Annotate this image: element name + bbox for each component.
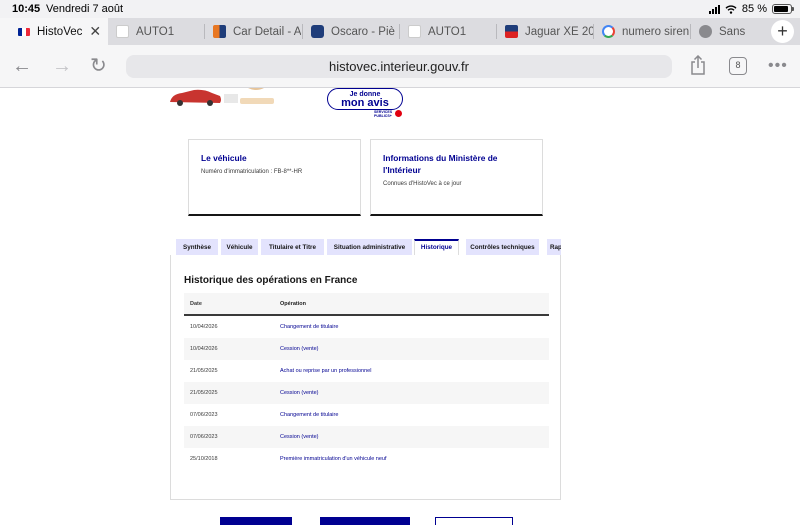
feedback-label-line2: mon avis xyxy=(341,97,389,109)
tab-synthese[interactable]: Synthèse xyxy=(176,239,218,256)
outline-action-button[interactable] xyxy=(435,517,513,525)
signal-icon xyxy=(708,4,720,14)
tab-historique[interactable]: Historique xyxy=(414,239,459,256)
reload-icon[interactable]: ↻ xyxy=(90,53,107,78)
battery-icon xyxy=(772,4,794,14)
browser-tab-title: AUTO1 xyxy=(136,25,175,38)
tab-situation-administrative[interactable]: Situation administrative xyxy=(327,239,412,256)
table-header: Date Opération xyxy=(184,293,549,316)
auto1-favicon-icon xyxy=(408,25,421,38)
ministry-card-title: Informations du Ministère de l'Intérieur xyxy=(383,153,498,175)
browser-toolbar: ← → ↻ histovec.interieur.gouv.fr 8 ••• xyxy=(0,45,800,88)
row-date: 07/06/2023 xyxy=(190,434,218,440)
row-date: 10/04/2026 xyxy=(190,324,218,330)
back-arrow-icon[interactable]: ← xyxy=(12,55,32,78)
row-operation: Cession (vente) xyxy=(280,346,319,352)
table-row: 10/04/2026 Changement de titulaire xyxy=(184,316,549,338)
browser-tab-google[interactable]: numero siren xyxy=(594,18,691,45)
services-publics-mark-icon xyxy=(395,110,402,117)
browser-tab-auto1[interactable]: AUTO1 xyxy=(108,18,205,45)
row-date: 25/10/2018 xyxy=(190,456,218,462)
column-date: Date xyxy=(190,301,202,307)
status-indicators: 85 % xyxy=(708,3,794,15)
row-operation: Changement de titulaire xyxy=(280,412,339,418)
browser-tab-title: AUTO1 xyxy=(428,25,467,38)
secondary-action-button[interactable] xyxy=(320,517,410,525)
french-flag-icon xyxy=(18,27,30,36)
browser-tab-oscaro[interactable]: Oscaro - Piè xyxy=(303,18,400,45)
new-tab-button[interactable]: + xyxy=(771,20,794,43)
tab-rapport[interactable]: Rap xyxy=(547,239,561,256)
car-illustration xyxy=(168,88,278,106)
registration-number: Numéro d'immatriculation : FB-8**-HR xyxy=(201,169,303,175)
row-operation: Première immatriculation d'un véhicule n… xyxy=(280,456,387,462)
status-bar: 10:45 Vendredi 7 août 85 % xyxy=(0,0,800,18)
table-row: 21/05/2025 Cession (vente) xyxy=(184,382,549,404)
tab-count: 8 xyxy=(735,60,741,70)
browser-tab-title: Car Detail - A xyxy=(233,25,302,38)
address-bar-url: histovec.interieur.gouv.fr xyxy=(329,59,469,74)
row-date: 21/05/2025 xyxy=(190,368,218,374)
history-title: Historique des opérations en France xyxy=(184,275,358,286)
vehicle-card: Le véhicule Numéro d'immatriculation : F… xyxy=(188,139,361,216)
browser-tab-title: Jaguar XE 20 xyxy=(525,25,594,38)
battery-percent: 85 % xyxy=(741,3,767,15)
browser-tab-title: Sans xyxy=(719,25,746,38)
services-publics-logo: SERVICES PUBLICS+ xyxy=(374,110,393,118)
vehicle-card-title: Le véhicule xyxy=(201,153,247,163)
table-row: 25/10/2018 Première immatriculation d'un… xyxy=(184,448,549,470)
tab-vehicule[interactable]: Véhicule xyxy=(221,239,258,256)
browser-tab-bar: HistoVec ✕ AUTO1 Car Detail - A Oscaro -… xyxy=(0,18,800,45)
ministry-card-text: Connues d'HistoVec à ce jour xyxy=(383,181,462,187)
table-row: 07/06/2023 Cession (vente) xyxy=(184,426,549,448)
auto1-favicon-icon xyxy=(116,25,129,38)
browser-tab-histovec[interactable]: HistoVec ✕ xyxy=(0,18,108,45)
browser-tab-title: HistoVec xyxy=(37,25,83,38)
share-icon[interactable] xyxy=(690,55,706,75)
table-row: 21/05/2025 Achat ou reprise par un profe… xyxy=(184,360,549,382)
row-date: 21/05/2025 xyxy=(190,390,218,396)
table-row: 10/04/2026 Cession (vente) xyxy=(184,338,549,360)
globe-icon xyxy=(699,25,712,38)
status-time: 10:45 xyxy=(12,3,41,15)
wifi-icon xyxy=(725,4,737,14)
row-operation: Changement de titulaire xyxy=(280,324,339,330)
row-operation: Cession (vente) xyxy=(280,390,319,396)
close-tab-icon[interactable]: ✕ xyxy=(89,23,101,40)
table-row: 07/06/2023 Changement de titulaire xyxy=(184,404,549,426)
browser-tab-jaguar[interactable]: Jaguar XE 20 xyxy=(497,18,594,45)
browser-tab-car-detail[interactable]: Car Detail - A xyxy=(205,18,303,45)
web-page: Je donne mon avis SERVICES PUBLICS+ Le v… xyxy=(0,88,800,525)
browser-tab-sans[interactable]: Sans xyxy=(691,18,757,45)
tab-titulaire[interactable]: Titulaire et Titre xyxy=(261,239,324,256)
tab-controles-techniques[interactable]: Contrôles techniques xyxy=(466,239,539,256)
history-panel: Historique des opérations en France Date… xyxy=(170,255,561,500)
oscaro-favicon-icon xyxy=(311,25,324,38)
address-bar[interactable]: histovec.interieur.gouv.fr xyxy=(126,55,672,78)
column-operation: Opération xyxy=(280,301,306,307)
tab-overview-button[interactable]: 8 xyxy=(729,57,747,75)
feedback-button[interactable]: Je donne mon avis xyxy=(327,88,403,110)
browser-tab-title: numero siren xyxy=(622,25,690,38)
row-operation: Achat ou reprise par un professionnel xyxy=(280,368,372,374)
ministry-card: Informations du Ministère de l'Intérieur… xyxy=(370,139,543,216)
history-table: Date Opération 10/04/2026 Changement de … xyxy=(184,293,549,470)
jaguar-favicon-icon xyxy=(505,25,518,38)
browser-tab-title: Oscaro - Piè xyxy=(331,25,395,38)
google-favicon-icon xyxy=(602,25,615,38)
primary-action-button[interactable] xyxy=(220,517,292,525)
report-tabs: Synthèse Véhicule Titulaire et Titre Sit… xyxy=(176,239,561,256)
status-date: Vendredi 7 août xyxy=(46,3,124,15)
more-icon[interactable]: ••• xyxy=(768,57,788,75)
browser-tab-auto1-second[interactable]: AUTO1 xyxy=(400,18,497,45)
row-date: 07/06/2023 xyxy=(190,412,218,418)
car-detail-favicon-icon xyxy=(213,25,226,38)
row-date: 10/04/2026 xyxy=(190,346,218,352)
row-operation: Cession (vente) xyxy=(280,434,319,440)
forward-arrow-icon[interactable]: → xyxy=(52,55,72,78)
